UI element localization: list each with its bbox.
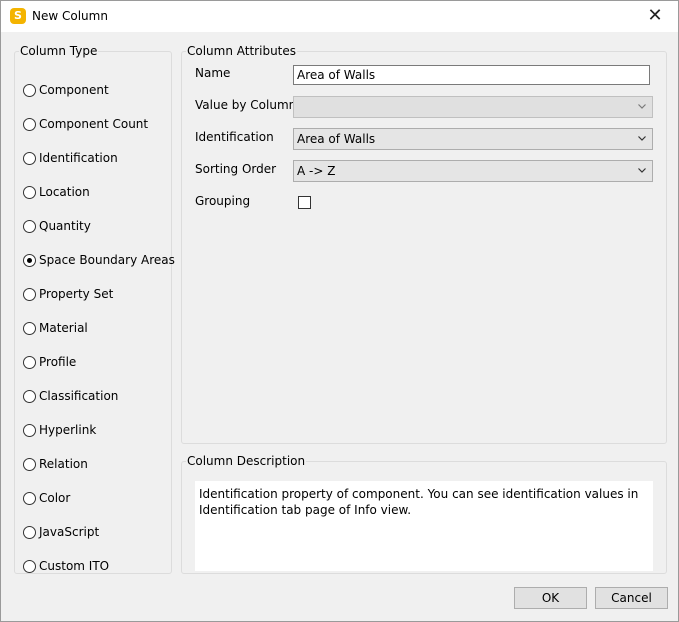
column-attributes-legend: Column Attributes <box>187 44 297 58</box>
sorting-order-label: Sorting Order <box>195 162 277 176</box>
identification-value: Area of Walls <box>297 132 376 146</box>
radio-button[interactable] <box>23 118 36 131</box>
column-type-legend: Column Type <box>20 44 98 58</box>
chevron-down-icon <box>638 104 646 109</box>
column-type-option-label: Property Set <box>39 287 114 301</box>
radio-button[interactable] <box>23 560 36 573</box>
chevron-down-icon <box>638 168 646 173</box>
column-description-text: Identification property of component. Yo… <box>195 481 653 571</box>
new-column-dialog: S New Column ✕ Column Type Component Comp… <box>0 0 679 622</box>
identification-label: Identification <box>195 130 274 144</box>
radio-button[interactable] <box>23 322 36 335</box>
radio-button[interactable] <box>23 356 36 369</box>
column-type-group: Column Type Component Component Count Iden… <box>14 44 175 574</box>
radio-button[interactable] <box>23 152 36 165</box>
column-type-option-label: Location <box>39 185 90 199</box>
grouping-label: Grouping <box>195 194 251 208</box>
column-type-option-label: Relation <box>39 457 88 471</box>
radio-button[interactable] <box>23 220 36 233</box>
window-title: New Column <box>32 9 108 23</box>
identification-select[interactable]: Area of Walls <box>293 128 653 150</box>
column-type-option-label: Component Count <box>39 117 149 131</box>
radio-button[interactable] <box>23 424 36 437</box>
radio-button[interactable] <box>23 390 36 403</box>
column-type-option-label: Custom ITO <box>39 559 110 573</box>
column-description-group: Column Description Identification proper… <box>181 454 667 574</box>
name-input[interactable]: Area of Walls <box>293 65 650 85</box>
grouping-checkbox[interactable] <box>298 196 311 209</box>
column-type-option-label: Quantity <box>39 219 91 233</box>
chevron-down-icon <box>638 136 646 141</box>
column-type-option-label: JavaScript <box>39 525 100 539</box>
radio-button[interactable] <box>23 526 36 539</box>
column-type-option-label: Identification <box>39 151 118 165</box>
column-description-legend: Column Description <box>187 454 306 468</box>
column-type-option-label: Hyperlink <box>39 423 97 437</box>
column-type-option-label: Classification <box>39 389 119 403</box>
ok-button[interactable]: OK <box>514 587 587 609</box>
column-type-option-label: Component <box>39 83 109 97</box>
close-button[interactable]: ✕ <box>632 1 678 32</box>
name-label: Name <box>195 66 231 80</box>
radio-button[interactable] <box>23 254 36 267</box>
column-type-option-label: Color <box>39 491 71 505</box>
radio-button[interactable] <box>23 458 36 471</box>
close-icon: ✕ <box>647 5 663 26</box>
sorting-order-select[interactable]: A -> Z <box>293 160 653 182</box>
radio-button[interactable] <box>23 288 36 301</box>
column-type-option-label: Material <box>39 321 88 335</box>
radio-button[interactable] <box>23 492 36 505</box>
sorting-order-value: A -> Z <box>297 164 336 178</box>
value-by-column-select[interactable] <box>293 96 653 118</box>
title-bar: S New Column ✕ <box>1 1 678 32</box>
value-by-column-label: Value by Column <box>195 98 297 112</box>
column-type-option-label: Profile <box>39 355 77 369</box>
radio-button[interactable] <box>23 84 36 97</box>
app-logo-icon: S <box>10 8 26 24</box>
column-type-option-label: Space Boundary Areas <box>39 253 175 267</box>
radio-button[interactable] <box>23 186 36 199</box>
column-attributes-group: Column Attributes Name Area of Walls Val… <box>181 44 667 444</box>
cancel-button[interactable]: Cancel <box>595 587 668 609</box>
